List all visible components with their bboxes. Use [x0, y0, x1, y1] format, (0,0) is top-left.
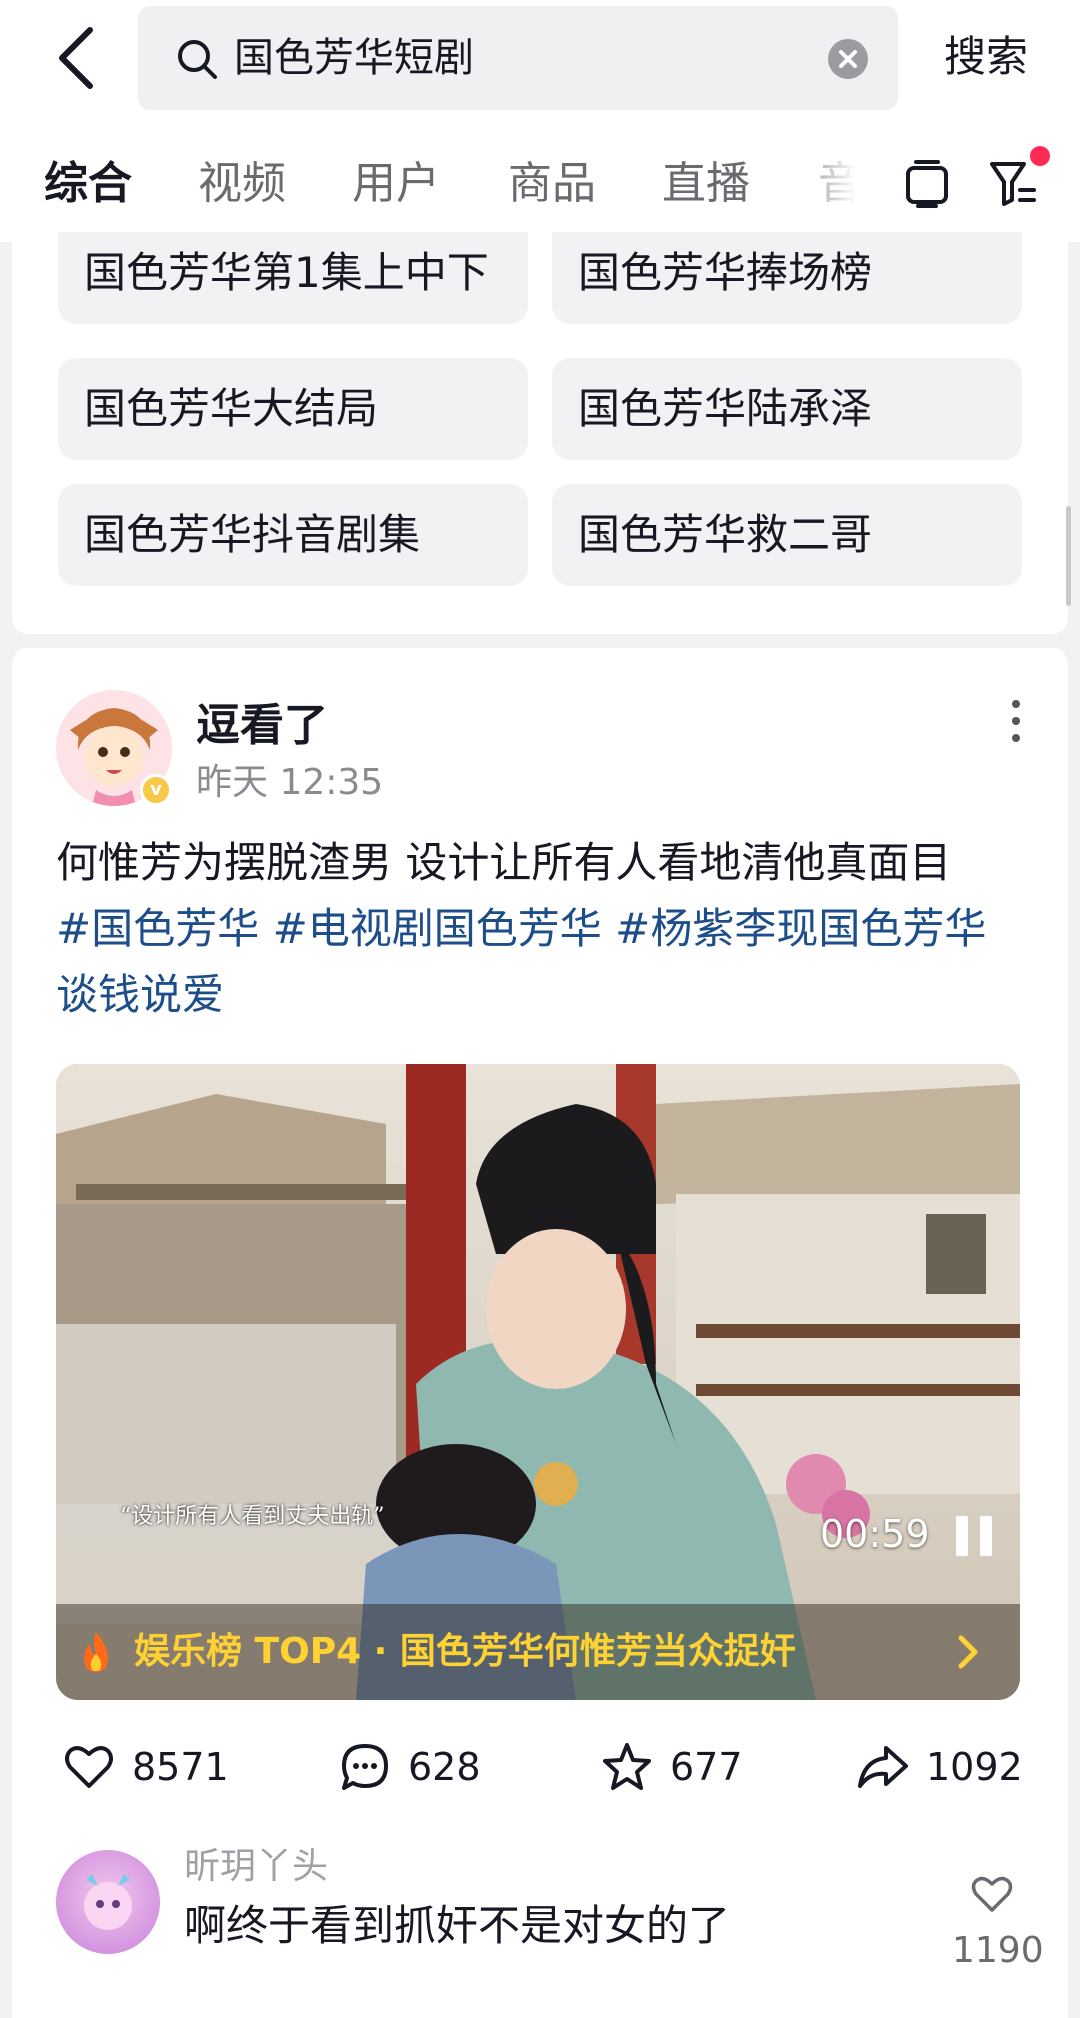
more-options-icon[interactable] — [1008, 700, 1024, 750]
verified-badge: v — [140, 774, 172, 806]
related-search-chip[interactable]: 国色芳华抖音剧集 — [58, 484, 528, 586]
hashtag-link[interactable]: #杨紫李现国色芳华 — [615, 904, 986, 953]
post-card: v 逗看了 昨天 12:35 何惟芳为摆脱渣男 设计让所有人看地清他真面目 #国… — [12, 648, 1068, 2018]
related-search-chip[interactable]: 国色芳华捧场榜 — [552, 232, 1022, 324]
video-duration: 00:59 — [820, 1512, 930, 1556]
star-icon — [603, 1743, 651, 1790]
related-search-chip[interactable]: 国色芳华第1集上中下 — [58, 232, 528, 324]
post-time: 昨天 12:35 — [196, 762, 384, 803]
ranking-bar[interactable]: 娱乐榜 TOP4 · 国色芳华何惟芳当众捉奸 — [56, 1604, 1020, 1700]
tab-users[interactable]: 用户 — [352, 154, 440, 214]
related-search-chip[interactable]: 国色芳华陆承泽 — [552, 358, 1022, 460]
tv-icon[interactable] — [904, 158, 950, 208]
related-searches: 国色芳华第1集上中下 国色芳华捧场榜 国色芳华大结局 国色芳华陆承泽 国色芳华抖… — [12, 232, 1068, 634]
scrollbar[interactable] — [1066, 506, 1071, 606]
share-icon — [858, 1746, 908, 1788]
share-count: 1092 — [926, 1745, 1023, 1789]
tab-video[interactable]: 视频 — [198, 154, 286, 214]
result-tabs: 综合 视频 用户 商品 直播 音乐 — [0, 118, 1080, 242]
like-count: 8571 — [132, 1745, 229, 1789]
favorite-count: 677 — [670, 1745, 743, 1789]
share-button[interactable]: 1092 — [856, 1740, 1046, 1794]
comment-count: 628 — [408, 1745, 481, 1789]
chevron-right-icon — [958, 1635, 978, 1669]
author-name[interactable]: 逗看了 — [196, 696, 328, 756]
back-arrow-icon[interactable] — [52, 26, 102, 90]
video-player[interactable]: “设计所有人看到丈夫出轨” 00:59 娱乐榜 TOP4 · 国色芳华何惟芳当众… — [56, 1064, 1020, 1700]
like-button[interactable]: 8571 — [62, 1740, 242, 1794]
video-subtitle: “设计所有人看到丈夫出轨” — [120, 1504, 385, 1529]
hashtag-link[interactable]: #国色芳华 — [56, 904, 259, 953]
post-actions: 8571 628 677 1092 — [12, 1716, 1068, 1816]
fire-icon — [84, 1632, 108, 1672]
filter-icon[interactable] — [988, 158, 1040, 210]
top-bar: 国色芳华短剧 搜索 — [0, 0, 1080, 118]
top-comment: 昕玥丫头 啊终于看到抓奸不是对女的了 1190 — [12, 1826, 1068, 2016]
post-text: 何惟芳为摆脱渣男 设计让所有人看地清他真面目 #国色芳华 #电视剧国色芳华 #杨… — [56, 830, 1036, 1028]
comment-button[interactable]: 628 — [338, 1740, 498, 1794]
comment-like-count: 1190 — [952, 1930, 1044, 1971]
pause-icon[interactable] — [954, 1516, 994, 1556]
comment-text: 啊终于看到抓奸不是对女的了 — [184, 1901, 731, 1950]
hashtag-continuation[interactable]: 谈钱说爱 — [56, 970, 224, 1019]
hashtag-link[interactable]: #电视剧国色芳华 — [273, 904, 602, 953]
comment-like-icon[interactable] — [970, 1874, 1014, 1914]
tab-comprehensive[interactable]: 综合 — [44, 154, 132, 214]
clear-search-icon[interactable] — [828, 39, 868, 79]
search-query-text: 国色芳华短剧 — [234, 35, 474, 81]
tab-fade-overlay — [790, 148, 910, 218]
comment-icon — [342, 1744, 388, 1790]
favorite-button[interactable]: 677 — [600, 1740, 760, 1794]
tab-live[interactable]: 直播 — [662, 154, 750, 214]
tab-products[interactable]: 商品 — [508, 154, 596, 214]
ranking-text: 娱乐榜 TOP4 · 国色芳华何惟芳当众捉奸 — [134, 1631, 796, 1672]
post-caption: 何惟芳为摆脱渣男 设计让所有人看地清他真面目 — [56, 838, 952, 887]
search-input[interactable]: 国色芳华短剧 — [138, 6, 898, 110]
search-button[interactable]: 搜索 — [944, 28, 1028, 86]
notification-dot — [1030, 146, 1050, 166]
related-search-chip[interactable]: 国色芳华大结局 — [58, 358, 528, 460]
heart-icon — [65, 1746, 113, 1788]
commenter-avatar[interactable] — [56, 1850, 160, 1954]
related-search-chip[interactable]: 国色芳华救二哥 — [552, 484, 1022, 586]
commenter-name[interactable]: 昕玥丫头 — [184, 1842, 328, 1892]
search-icon — [178, 40, 217, 79]
